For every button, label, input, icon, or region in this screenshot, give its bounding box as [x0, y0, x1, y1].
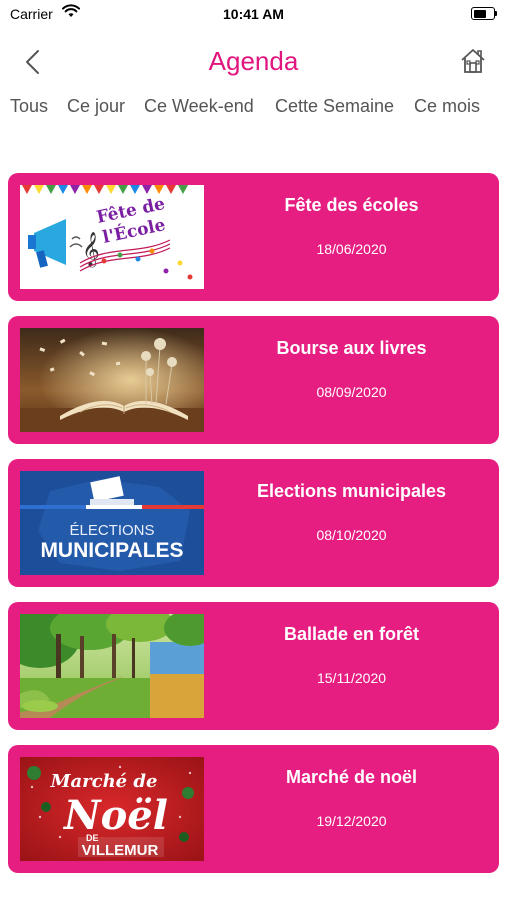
- home-button[interactable]: [459, 47, 487, 75]
- event-title: Bourse aux livres: [276, 338, 427, 358]
- event-title: Fête des écoles: [284, 195, 419, 215]
- event-date: 08/10/2020: [316, 527, 387, 543]
- svg-text:MUNICIPALES: MUNICIPALES: [40, 539, 183, 562]
- event-image-fete-ecoles: 𝄞 Fête de l'École: [20, 185, 204, 289]
- home-icon: [461, 49, 485, 73]
- tab-ce-jour[interactable]: Ce jour: [67, 96, 125, 117]
- event-title: Marché de noël: [285, 767, 418, 787]
- event-title: Elections municipales: [256, 481, 447, 501]
- marche-noel-lettering: Marché de: [50, 771, 158, 792]
- tab-cette-semaine[interactable]: Cette Semaine: [275, 96, 394, 117]
- event-image-bourse-livres: [20, 328, 204, 432]
- event-date: 19/12/2020: [316, 813, 387, 829]
- event-image-elections: ÉLECTIONS MUNICIPALES: [20, 471, 204, 575]
- svg-text:𝄞: 𝄞: [82, 232, 100, 268]
- event-image-foret: [20, 614, 204, 718]
- battery-icon: [471, 7, 497, 20]
- event-title: Ballade en forêt: [283, 624, 420, 644]
- status-bar: Carrier 10:41 AM: [0, 0, 507, 28]
- tab-ce-week-end[interactable]: Ce Week-end: [144, 96, 254, 117]
- tab-ce-mois[interactable]: Ce mois: [414, 96, 480, 117]
- event-date: 18/06/2020: [316, 241, 387, 257]
- event-card[interactable]: Marché de Noël DE VILLEMUR Marché de noë…: [8, 745, 499, 873]
- nav-bar: Agenda: [0, 40, 507, 84]
- event-image-marche-noel: Marché de Noël DE VILLEMUR: [20, 757, 204, 861]
- event-card[interactable]: Bourse aux livres 08/09/2020: [8, 316, 499, 444]
- event-date: 15/11/2020: [316, 670, 387, 686]
- status-time: 10:41 AM: [223, 6, 284, 22]
- event-card[interactable]: Ballade en forêt 15/11/2020: [8, 602, 499, 730]
- elections-lettering: ÉLECTIONS: [69, 522, 154, 539]
- event-card[interactable]: 𝄞 Fête de l'École Fête des écoles 18/06/…: [8, 173, 499, 301]
- event-date: 08/09/2020: [316, 384, 387, 400]
- svg-text:VILLEMUR: VILLEMUR: [82, 842, 159, 859]
- tab-tous[interactable]: Tous: [10, 96, 48, 117]
- page-title: Agenda: [208, 46, 299, 76]
- event-card[interactable]: ÉLECTIONS MUNICIPALES Elections municipa…: [8, 459, 499, 587]
- svg-text:Noël: Noël: [62, 792, 168, 839]
- filter-tabs: Tous Ce jour Ce Week-end Cette Semaine C…: [0, 96, 507, 124]
